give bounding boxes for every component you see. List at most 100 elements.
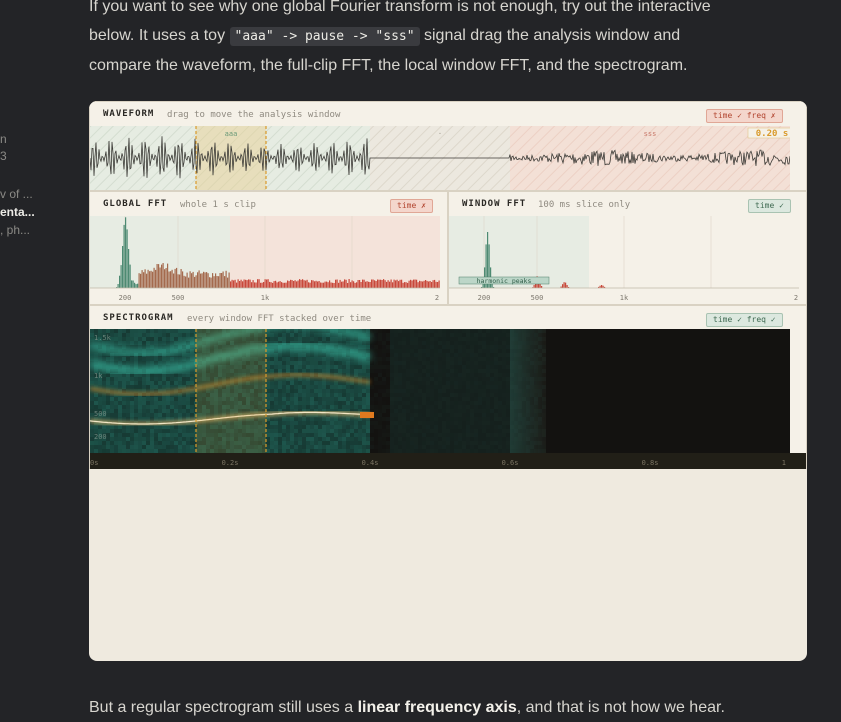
toc-item-active[interactable]: enta... bbox=[0, 205, 35, 219]
spectrogram-cell bbox=[118, 357, 122, 361]
spectrogram-cell bbox=[446, 409, 450, 413]
spectrogram-cell bbox=[498, 329, 502, 333]
spectrogram-cell bbox=[450, 421, 454, 425]
spectrogram-cell bbox=[138, 445, 142, 449]
spectrogram-cell bbox=[498, 449, 502, 453]
spectrogram-cell bbox=[518, 369, 522, 373]
spectrogram-cell bbox=[350, 445, 354, 449]
spectrogram-cell bbox=[438, 349, 442, 353]
spectrum-bar bbox=[281, 282, 283, 288]
spectrogram-cell bbox=[330, 357, 334, 361]
spectrogram-cell bbox=[346, 441, 350, 445]
spectrogram-plot[interactable]: 1.5k 1k 500 200 0s 0.2s 0.4s 0.6s 0.8s 1 bbox=[90, 329, 806, 469]
spectrogram-cell bbox=[442, 381, 446, 385]
spectrogram-cell bbox=[174, 405, 178, 409]
spectrogram-cell bbox=[466, 417, 470, 421]
spectrogram-cell bbox=[358, 441, 362, 445]
spectrogram-cell bbox=[434, 381, 438, 385]
spectrogram-cell bbox=[526, 405, 530, 409]
spectrogram-cell bbox=[414, 381, 418, 385]
spectrogram-cell bbox=[374, 405, 378, 409]
spectrum-bar bbox=[141, 270, 143, 288]
spectrogram-cell bbox=[446, 357, 450, 361]
spectrogram-cell bbox=[350, 425, 354, 429]
spectrogram-cell bbox=[538, 429, 542, 433]
spectrogram-cell bbox=[430, 425, 434, 429]
spectrogram-cell bbox=[514, 421, 518, 425]
spectrogram-cell bbox=[90, 381, 94, 385]
spectrogram-cell bbox=[182, 329, 186, 333]
spectrogram-cell bbox=[162, 441, 166, 445]
spectrogram-cell bbox=[382, 405, 386, 409]
spectrogram-cell bbox=[270, 377, 274, 381]
spectrogram-cell bbox=[438, 357, 442, 361]
spectrogram-cell bbox=[178, 381, 182, 385]
spectrogram-cell bbox=[302, 401, 306, 405]
spectrogram-cell bbox=[170, 437, 174, 441]
spectrogram-cell bbox=[462, 421, 466, 425]
spectrogram-cell bbox=[158, 385, 162, 389]
toc-item[interactable]: 3 bbox=[0, 149, 7, 163]
toc-item[interactable]: , ph... bbox=[0, 223, 30, 237]
spectrogram-cell bbox=[298, 349, 302, 353]
spectrogram-cell bbox=[402, 345, 406, 349]
spectrogram-cell bbox=[306, 393, 310, 397]
spectrogram-cell bbox=[382, 401, 386, 405]
spectrogram-cell bbox=[190, 393, 194, 397]
spectrum-bar bbox=[237, 279, 239, 288]
spectrum-bar bbox=[165, 268, 167, 288]
spectrogram-cell bbox=[526, 437, 530, 441]
spectrogram-cell bbox=[166, 361, 170, 365]
spectrogram-cell bbox=[470, 365, 474, 369]
spectrogram-cell bbox=[506, 413, 510, 417]
spectrogram-cell bbox=[362, 389, 366, 393]
spectrogram-cell bbox=[138, 417, 142, 421]
spectrogram-cell bbox=[442, 357, 446, 361]
spectrogram-cell bbox=[534, 393, 538, 397]
spectrogram-cell bbox=[110, 433, 114, 437]
spectrogram-cell bbox=[378, 361, 382, 365]
spectrogram-cell bbox=[494, 441, 498, 445]
spectrogram-cell bbox=[270, 405, 274, 409]
spectrogram-cell bbox=[350, 429, 354, 433]
spectrogram-cell bbox=[174, 381, 178, 385]
spectrogram-cell bbox=[150, 417, 154, 421]
spectrogram-cell bbox=[458, 369, 462, 373]
spectrogram-cell bbox=[282, 449, 286, 453]
spectrogram-cell bbox=[138, 329, 142, 333]
spectrogram-cell bbox=[458, 421, 462, 425]
spectrogram-cell bbox=[542, 349, 546, 353]
spectrogram-cell bbox=[430, 385, 434, 389]
spectrogram-cell bbox=[318, 397, 322, 401]
spectrogram-cell bbox=[498, 353, 502, 357]
spectrogram-cell bbox=[170, 385, 174, 389]
spectrogram-cell bbox=[386, 441, 390, 445]
spectrogram-cell bbox=[530, 389, 534, 393]
spectrogram-cell bbox=[510, 357, 514, 361]
spectrogram-cell bbox=[442, 341, 446, 345]
spectrogram-cell bbox=[382, 337, 386, 341]
spectrogram-cell bbox=[514, 369, 518, 373]
spectrogram-cell bbox=[310, 389, 314, 393]
spectrogram-cell bbox=[514, 365, 518, 369]
spectrogram-cell bbox=[422, 433, 426, 437]
spectrogram-cell bbox=[106, 377, 110, 381]
waveform-plot[interactable]: aaa · sss 0.20 s bbox=[90, 126, 790, 190]
spectrogram-cell bbox=[382, 381, 386, 385]
toc-item[interactable]: n bbox=[0, 132, 7, 146]
spectrogram-cell bbox=[290, 333, 294, 337]
spectrogram-cell bbox=[166, 413, 170, 417]
spectrogram-cell bbox=[338, 393, 342, 397]
analysis-window-overlay[interactable] bbox=[196, 329, 266, 453]
spectrogram-cell bbox=[134, 337, 138, 341]
spectrum-bar bbox=[258, 279, 260, 288]
spectrogram-cell bbox=[454, 381, 458, 385]
spectrogram-cell bbox=[366, 429, 370, 433]
spectrogram-cell bbox=[282, 361, 286, 365]
spectrogram-cell bbox=[174, 425, 178, 429]
spectrogram-cell bbox=[374, 353, 378, 357]
spectrogram-cell bbox=[474, 357, 478, 361]
spectrogram-cell bbox=[182, 337, 186, 341]
toc-item[interactable]: v of ... bbox=[0, 187, 33, 201]
spectrum-bar bbox=[344, 279, 346, 288]
